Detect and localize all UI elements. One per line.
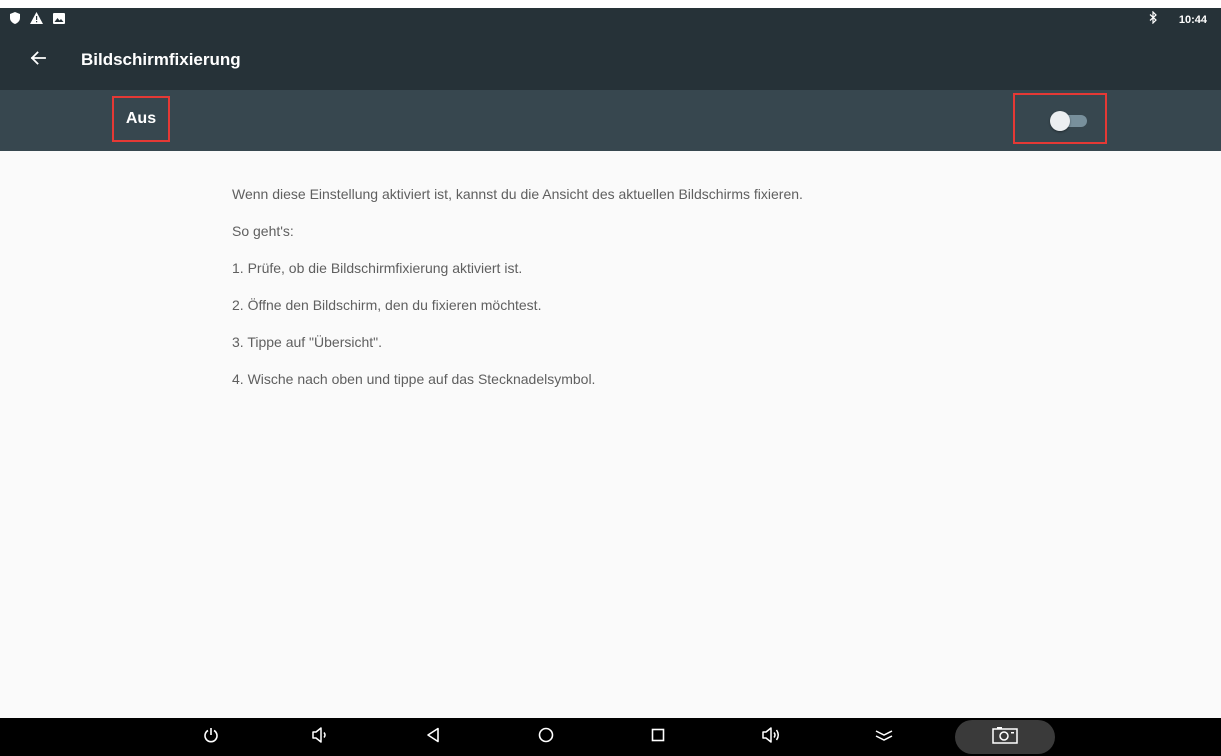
home-circle-icon [538,727,554,748]
screenshot-button[interactable] [955,720,1055,754]
status-icons-right: 10:44 [1149,10,1207,29]
status-time: 10:44 [1178,14,1207,26]
navigation-bar [0,718,1221,756]
volume-down-button[interactable] [302,722,338,752]
power-button[interactable] [193,722,229,752]
arrow-left-icon [30,50,46,70]
recents-nav-button[interactable] [640,722,676,752]
home-nav-button[interactable] [528,722,564,752]
back-button[interactable] [22,44,54,76]
status-icons-left [10,11,65,29]
image-icon [53,11,65,29]
back-nav-button[interactable] [415,722,451,752]
app-bar: Bildschirmfixierung [0,30,1221,90]
power-icon [203,727,219,748]
step-1: 1. Prüfe, ob die Bildschirmfixierung akt… [232,260,523,276]
recents-square-icon [651,728,665,747]
top-strip [0,0,1221,8]
volume-up-button[interactable] [753,722,789,752]
volume-up-icon [761,726,781,748]
page-title: Bildschirmfixierung [81,50,241,69]
pin-screen-switch[interactable] [1013,93,1107,144]
volume-down-icon [311,726,329,748]
howto-heading: So geht's: [232,223,294,239]
step-3: 3. Tippe auf "Übersicht". [232,334,383,350]
switch-state-label: Aus [112,96,170,142]
collapse-icon [875,728,893,747]
description-section: Wenn diese Einstellung aktiviert ist, ka… [232,186,1132,388]
bluetooth-icon [1149,10,1157,29]
master-switch-bar[interactable]: Aus [0,90,1221,151]
screenshot-icon [992,726,1018,749]
warning-icon [30,11,43,29]
shield-icon [10,11,20,29]
back-triangle-icon [426,727,440,748]
step-4: 4. Wische nach oben und tippe auf das St… [232,371,596,387]
collapse-button[interactable] [866,722,902,752]
step-2: 2. Öffne den Bildschirm, den du fixieren… [232,297,542,313]
switch-thumb [1050,111,1070,131]
status-bar: 10:44 [0,8,1221,30]
description-text: Wenn diese Einstellung aktiviert ist, ka… [232,186,803,202]
